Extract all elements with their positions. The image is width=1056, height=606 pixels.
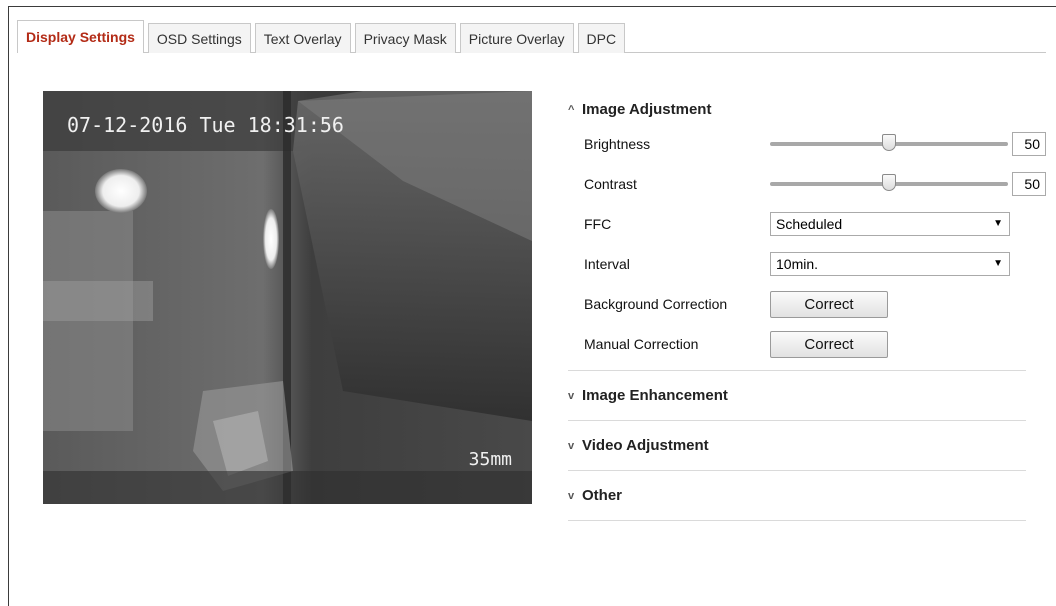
slider-thumb[interactable] — [882, 174, 896, 191]
divider — [568, 520, 1026, 521]
manual-correction-row: Manual Correction Correct — [568, 324, 1026, 364]
osd-timestamp: 07-12-2016 Tue 18:31:56 — [67, 113, 344, 137]
background-correction-label: Background Correction — [584, 296, 728, 312]
interval-row: Interval 10min. ▼ — [568, 244, 1026, 284]
brightness-value-input[interactable]: 50 — [1012, 132, 1046, 156]
chevron-up-icon: ^ — [568, 104, 575, 116]
ffc-row: FFC Scheduled ▼ — [568, 204, 1026, 244]
interval-selected-value: 10min. — [776, 256, 819, 272]
tab-dpc[interactable]: DPC — [577, 23, 626, 53]
manual-correct-button[interactable]: Correct — [770, 330, 888, 358]
ffc-select[interactable]: Scheduled ▼ — [770, 212, 1010, 236]
interval-select[interactable]: 10min. ▼ — [770, 252, 1010, 276]
chevron-down-icon: ▼ — [993, 258, 1003, 269]
slider-thumb[interactable] — [882, 134, 896, 151]
tab-privacy-mask[interactable]: Privacy Mask — [354, 23, 456, 53]
live-preview: 07-12-2016 Tue 18:31:56 35mm — [43, 91, 532, 504]
section-image-enhancement-header[interactable]: v Image Enhancement — [568, 371, 1026, 420]
section-other-header[interactable]: v Other — [568, 471, 1026, 520]
contrast-label: Contrast — [584, 176, 637, 192]
tab-osd-settings[interactable]: OSD Settings — [147, 23, 251, 53]
manual-correction-label: Manual Correction — [584, 336, 699, 352]
section-title: Other — [582, 486, 623, 504]
contrast-row: Contrast 50 — [568, 164, 1046, 204]
contrast-value-input[interactable]: 50 — [1012, 172, 1046, 196]
background-correct-button[interactable]: Correct — [770, 290, 888, 318]
section-video-adjustment-header[interactable]: v Video Adjustment — [568, 421, 1026, 470]
chevron-down-icon: ▼ — [993, 218, 1003, 229]
tab-bar: Display Settings OSD Settings Text Overl… — [17, 20, 629, 53]
chevron-down-icon: v — [568, 389, 575, 402]
background-correction-row: Background Correction Correct — [568, 284, 1026, 324]
section-image-adjustment-header[interactable]: ^ Image Adjustment — [568, 96, 1026, 124]
ffc-selected-value: Scheduled — [776, 216, 843, 232]
brightness-row: Brightness 50 — [568, 124, 1046, 164]
section-title: Image Adjustment — [582, 101, 712, 118]
section-title: Video Adjustment — [582, 436, 709, 454]
brightness-slider[interactable] — [770, 132, 1008, 156]
ffc-label: FFC — [584, 216, 612, 232]
settings-panel: ^ Image Adjustment Brightness 50 Contras… — [568, 96, 1046, 521]
tab-text-overlay[interactable]: Text Overlay — [254, 23, 351, 53]
osd-zoom-label: 35mm — [468, 449, 512, 470]
tab-picture-overlay[interactable]: Picture Overlay — [459, 23, 574, 53]
section-title: Image Enhancement — [582, 386, 728, 404]
interval-label: Interval — [584, 256, 630, 272]
chevron-down-icon: v — [568, 489, 575, 502]
tab-display-settings[interactable]: Display Settings — [17, 20, 144, 53]
thermal-image — [43, 91, 532, 504]
brightness-label: Brightness — [584, 136, 651, 152]
chevron-down-icon: v — [568, 439, 575, 452]
contrast-slider[interactable] — [770, 172, 1008, 196]
